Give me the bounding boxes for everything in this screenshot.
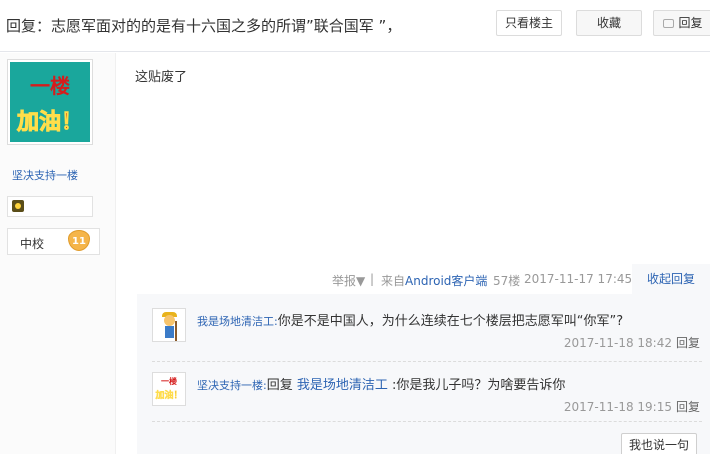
source-app-link[interactable]: Android客户端: [405, 274, 487, 288]
only-op-button[interactable]: 只看楼主: [496, 10, 562, 36]
reply-body: 你是不是中国人，为什么连续在七个楼层把志愿军叫“你军”?: [277, 314, 624, 329]
reply-meta: 2017-11-18 18:42 回复: [564, 334, 700, 351]
reply-time: 2017-11-18 19:15: [563, 400, 672, 414]
author-sidebar: 一楼 加油！ 坚决支持一楼 中校 11: [0, 53, 116, 454]
author-rank-box: 中校 11: [7, 228, 100, 255]
reply-button-label: 回复: [678, 16, 703, 30]
thread-title: 回复：志愿军面对的的是有十六国之多的所谓”联合国军 ”，: [6, 17, 402, 35]
reply-button[interactable]: 回复: [653, 10, 710, 36]
reply-user-link[interactable]: 坚决支持一楼: [197, 379, 263, 392]
fold-replies-button[interactable]: 收起回复: [632, 264, 710, 294]
meta-separator: |: [370, 272, 375, 286]
broom-icon: [175, 321, 177, 341]
say-something-button[interactable]: 我也说一句: [621, 433, 697, 454]
reply-reply-link[interactable]: 回复: [676, 336, 700, 350]
avatar-body: [165, 326, 174, 338]
reply-divider: [152, 421, 702, 422]
forum-badge-icon[interactable]: [12, 200, 24, 212]
reply-avatar[interactable]: 一楼 加油！: [152, 372, 186, 406]
reply-target-link[interactable]: 我是场地清洁工: [297, 378, 388, 393]
comment-icon: [663, 19, 675, 28]
post-source: 来自Android客户端: [381, 272, 487, 289]
reply-prefix: 回复: [266, 378, 297, 393]
reply-time: 2017-11-18 18:42: [563, 336, 672, 350]
thread-header: 回复：志愿军面对的的是有十六国之多的所谓”联合国军 ”， 只看楼主 收藏 回复: [0, 0, 710, 52]
reply-divider: [152, 361, 702, 362]
reply-reply-link[interactable]: 回复: [676, 400, 700, 414]
avatar-text-line2: 加油！: [155, 391, 183, 401]
reply-text: 我是场地清洁工:你是不是中国人，为什么连续在七个楼层把志愿军叫“你军”?: [197, 310, 702, 329]
author-badge-box: [7, 196, 93, 217]
author-rank: 中校: [20, 237, 45, 251]
favorite-button[interactable]: 收藏: [576, 10, 642, 36]
avatar-text-line1: 一楼: [161, 377, 177, 386]
reply-user-link[interactable]: 我是场地清洁工: [197, 315, 274, 328]
avatar-image: 一楼 加油！: [10, 62, 90, 142]
post-content: 这贴废了: [135, 70, 188, 85]
reply-avatar[interactable]: [152, 308, 186, 342]
avatar-text-line1: 一楼: [30, 74, 70, 98]
post-floor: 57楼: [493, 274, 521, 288]
reply-body: :你是我儿子吗？为啥要告诉你: [387, 378, 566, 393]
author-avatar[interactable]: 一楼 加油！: [7, 59, 93, 145]
reply-meta: 2017-11-18 19:15 回复: [564, 398, 700, 415]
author-name-link[interactable]: 坚决支持一楼: [12, 167, 78, 183]
report-link[interactable]: 举报▼: [332, 272, 365, 289]
source-prefix: 来自: [381, 274, 406, 288]
avatar-text-line2: 加油！: [16, 109, 83, 136]
avatar-head: [164, 315, 175, 326]
post-time: 2017-11-17 17:45: [524, 272, 633, 286]
reply-list: 我是场地清洁工:你是不是中国人，为什么连续在七个楼层把志愿军叫“你军”? 201…: [137, 294, 710, 454]
level-badge-icon[interactable]: 11: [68, 230, 90, 251]
reply-text: 坚决支持一楼:回复 我是场地清洁工 :你是我儿子吗？为啥要告诉你: [197, 374, 702, 393]
